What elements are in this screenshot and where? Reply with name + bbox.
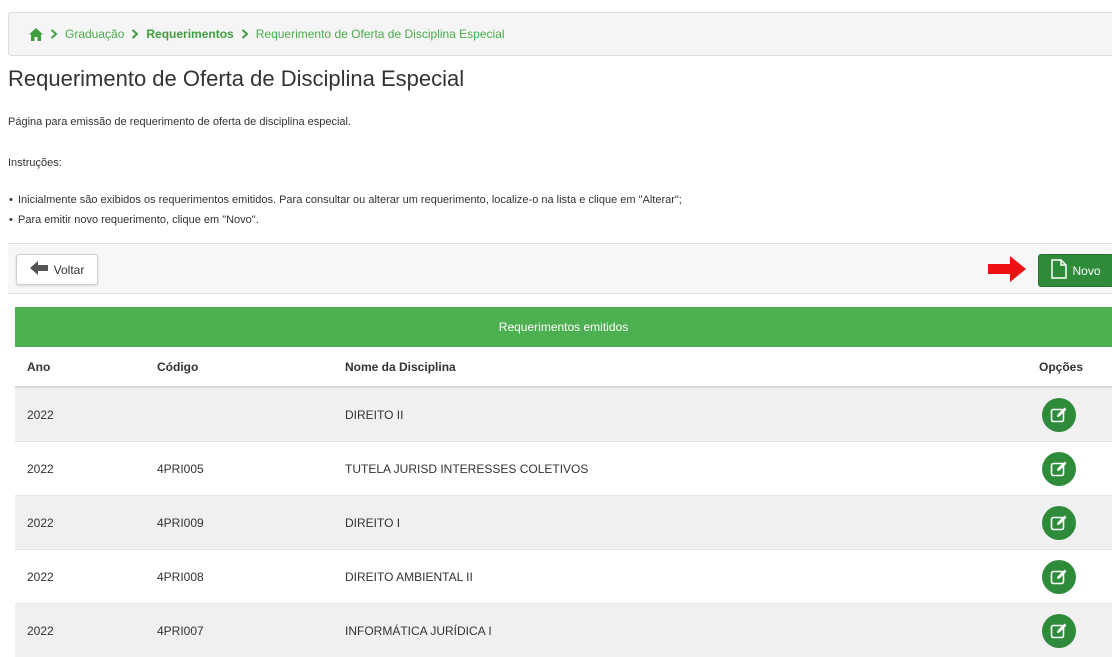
- cell-ano: 2022: [15, 442, 145, 496]
- edit-icon[interactable]: [1042, 398, 1076, 432]
- table-caption: Requerimentos emitidos: [15, 307, 1112, 347]
- back-button-label: Voltar: [54, 263, 85, 277]
- cell-codigo: [145, 387, 333, 442]
- home-icon[interactable]: [29, 28, 43, 41]
- header-ano: Ano: [15, 347, 145, 387]
- table-row: 2022 4PRI007 INFORMÁTICA JURÍDICA I: [15, 604, 1112, 657]
- edit-icon[interactable]: [1042, 506, 1076, 540]
- instructions-list: Inicialmente são exibidos os requeriment…: [8, 190, 682, 230]
- table-header-row: Ano Código Nome da Disciplina Opções: [15, 347, 1112, 387]
- requests-table: Requerimentos emitidos Ano Código Nome d…: [15, 307, 1112, 657]
- cell-codigo: 4PRI008: [145, 550, 333, 604]
- breadcrumb-requerimentos[interactable]: Requerimentos: [146, 27, 233, 41]
- new-document-icon: [1051, 259, 1067, 282]
- cell-nome: DIREITO II: [333, 387, 1027, 442]
- cell-codigo: 4PRI007: [145, 604, 333, 657]
- header-nome: Nome da Disciplina: [333, 347, 1027, 387]
- cell-opcoes: [1027, 604, 1112, 657]
- edit-icon[interactable]: [1042, 614, 1076, 648]
- table-row: 2022 4PRI009 DIREITO I: [15, 496, 1112, 550]
- breadcrumb-graduacao[interactable]: Graduação: [65, 27, 124, 41]
- instruction-item: Para emitir novo requerimento, clique em…: [8, 210, 682, 230]
- chevron-right-icon: [131, 29, 139, 39]
- cell-codigo: 4PRI009: [145, 496, 333, 550]
- breadcrumb: Graduação Requerimentos Requerimento de …: [8, 12, 1112, 56]
- cell-ano: 2022: [15, 387, 145, 442]
- edit-icon[interactable]: [1042, 560, 1076, 594]
- red-arrow-icon: [988, 256, 1026, 287]
- table-row: 2022 4PRI008 DIREITO AMBIENTAL II: [15, 550, 1112, 604]
- cell-nome: DIREITO I: [333, 496, 1027, 550]
- page-description: Página para emissão de requerimento de o…: [8, 116, 351, 128]
- cell-opcoes: [1027, 550, 1112, 604]
- chevron-right-icon: [241, 29, 249, 39]
- toolbar: Voltar Novo: [8, 243, 1112, 294]
- cell-nome: TUTELA JURISD INTERESSES COLETIVOS: [333, 442, 1027, 496]
- header-codigo: Código: [145, 347, 333, 387]
- requests-grid: Ano Código Nome da Disciplina Opções 202…: [15, 347, 1112, 657]
- cell-ano: 2022: [15, 604, 145, 657]
- instructions-title: Instruções:: [8, 157, 62, 169]
- cell-ano: 2022: [15, 550, 145, 604]
- table-row: 2022 4PRI005 TUTELA JURISD INTERESSES CO…: [15, 442, 1112, 496]
- cell-opcoes: [1027, 496, 1112, 550]
- cell-nome: DIREITO AMBIENTAL II: [333, 550, 1027, 604]
- new-button-label: Novo: [1072, 264, 1100, 278]
- edit-icon[interactable]: [1042, 452, 1076, 486]
- cell-opcoes: [1027, 442, 1112, 496]
- chevron-right-icon: [50, 29, 58, 39]
- cell-codigo: 4PRI005: [145, 442, 333, 496]
- breadcrumb-current: Requerimento de Oferta de Disciplina Esp…: [256, 27, 505, 41]
- arrow-left-icon: [30, 261, 48, 278]
- page-title: Requerimento de Oferta de Disciplina Esp…: [8, 66, 464, 92]
- cell-nome: INFORMÁTICA JURÍDICA I: [333, 604, 1027, 657]
- table-row: 2022 DIREITO II: [15, 387, 1112, 442]
- header-opcoes: Opções: [1027, 347, 1112, 387]
- instruction-item: Inicialmente são exibidos os requeriment…: [8, 190, 682, 210]
- cell-opcoes: [1027, 387, 1112, 442]
- new-button[interactable]: Novo: [1038, 254, 1112, 287]
- back-button[interactable]: Voltar: [16, 254, 98, 285]
- cell-ano: 2022: [15, 496, 145, 550]
